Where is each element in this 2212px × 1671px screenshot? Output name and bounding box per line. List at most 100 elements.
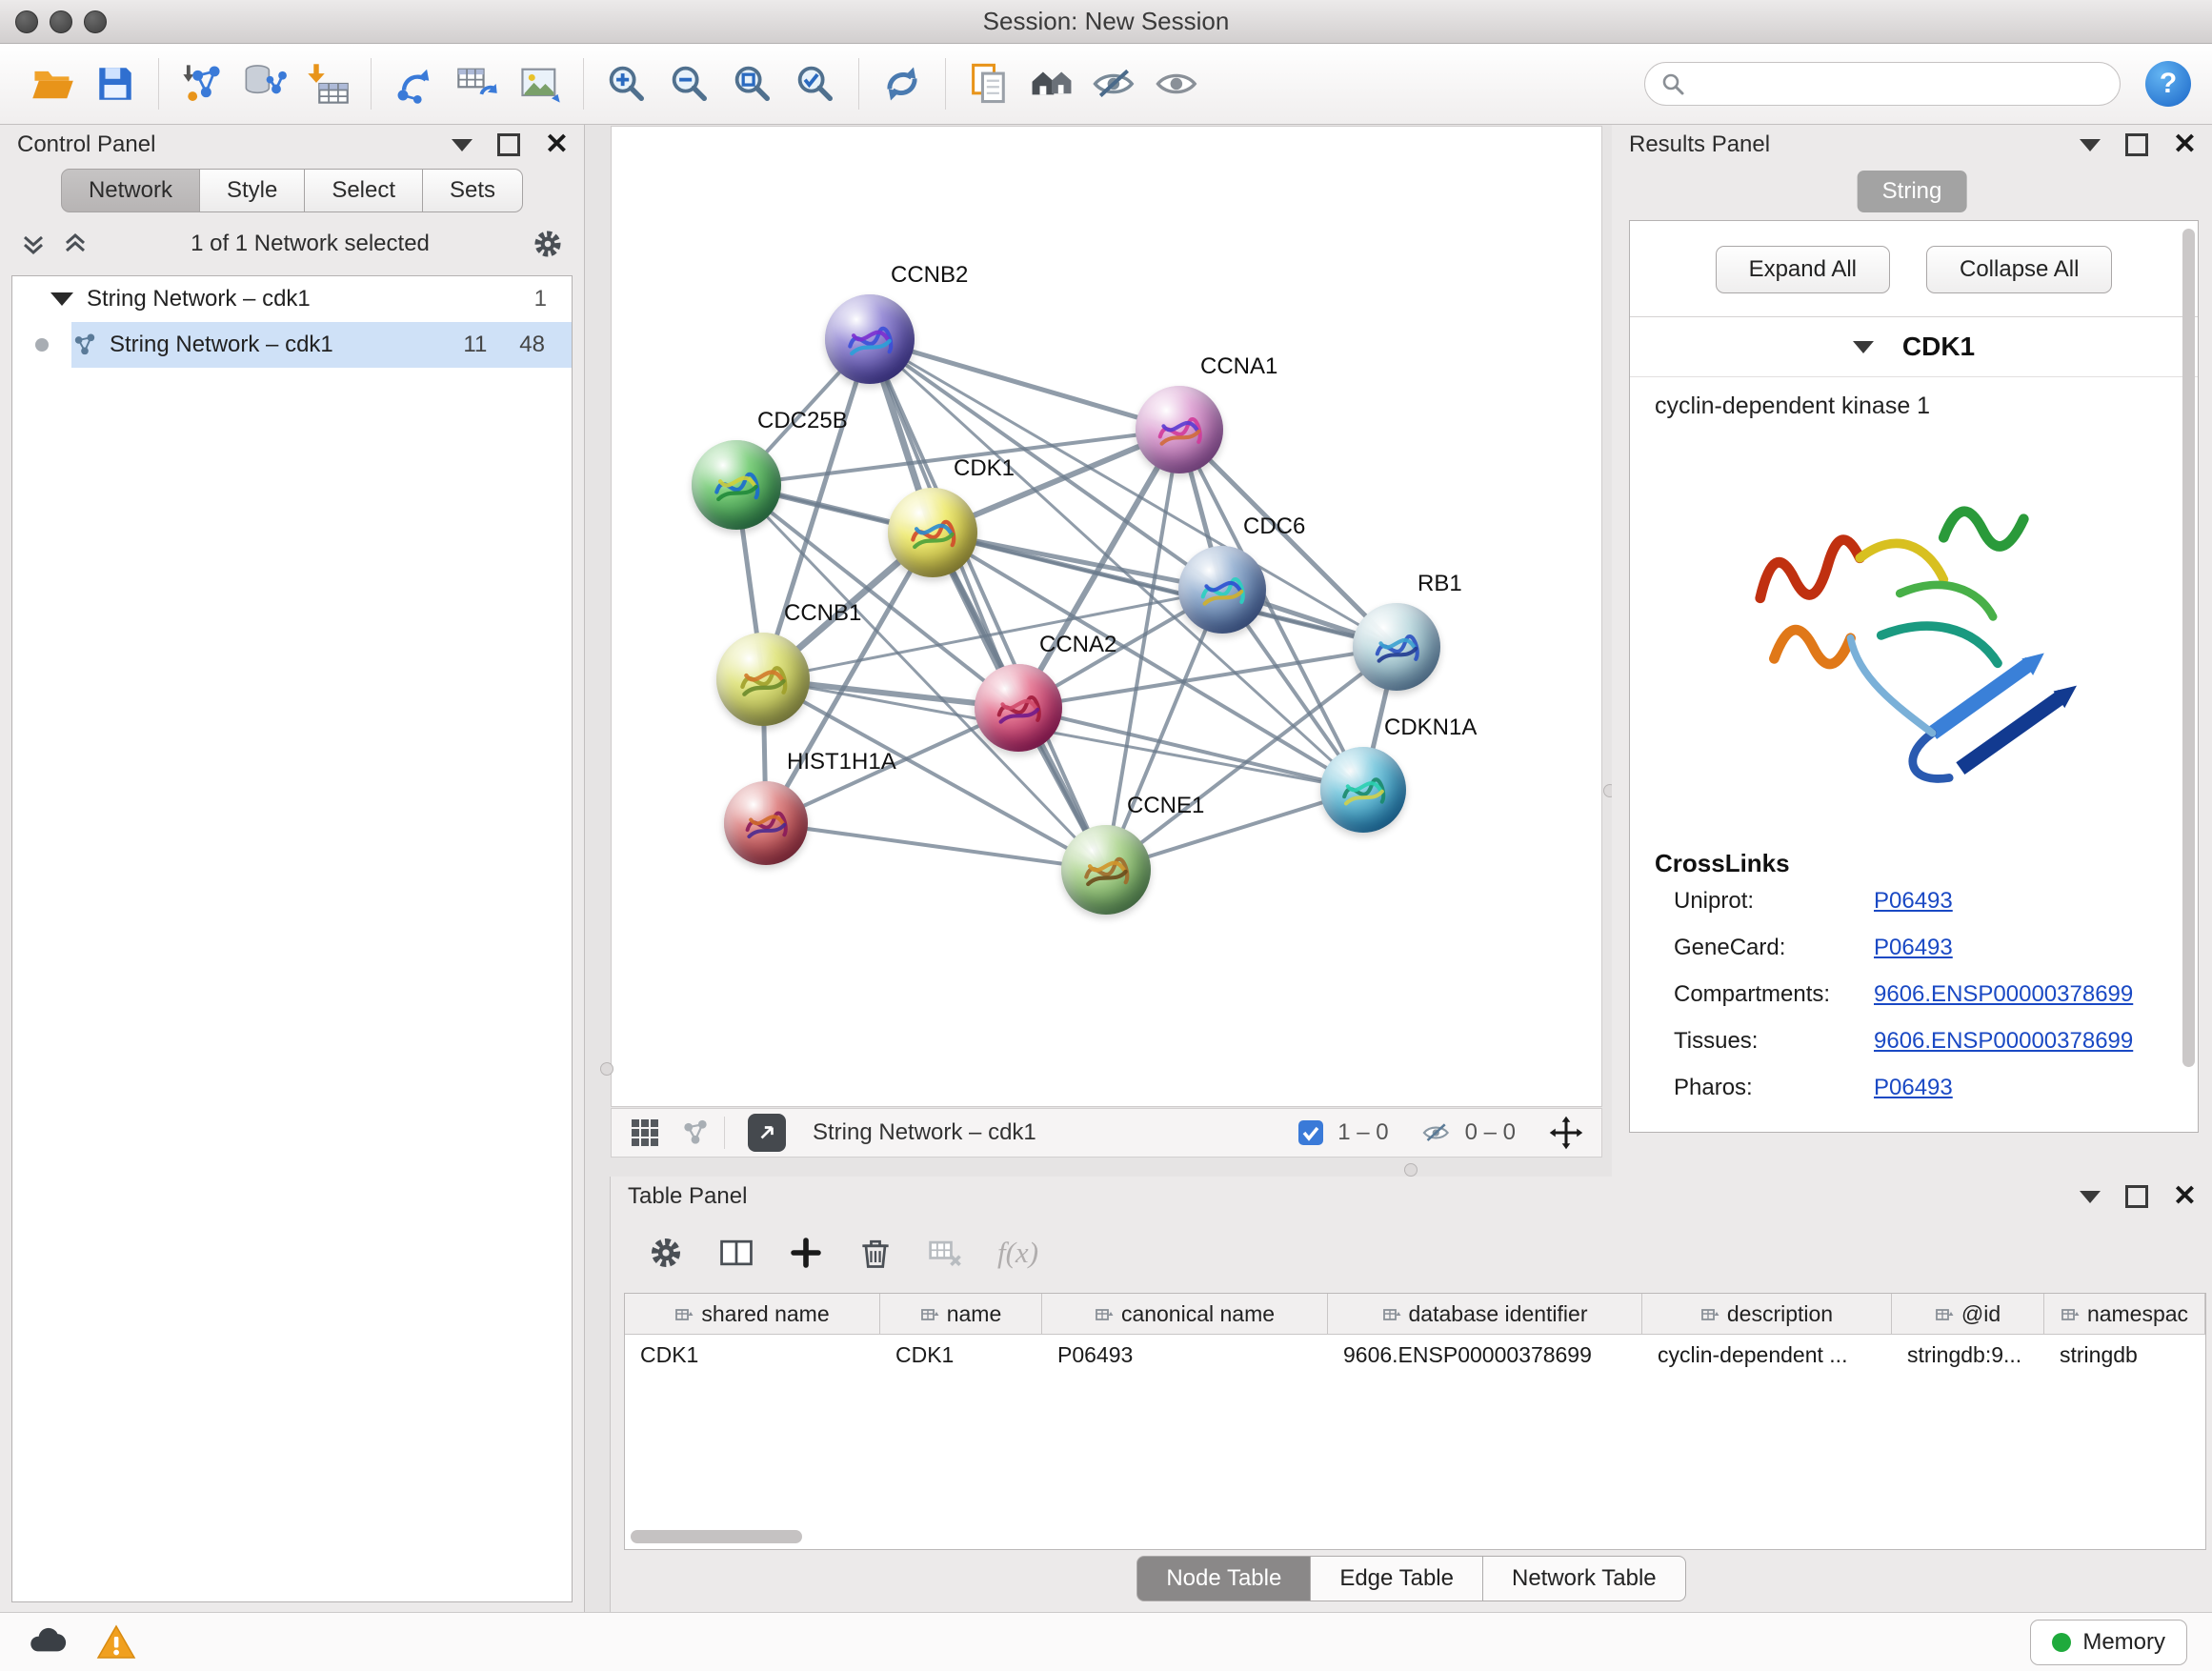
import-network-file-button[interactable] [171,52,233,115]
zoom-out-button[interactable] [658,52,721,115]
network-row[interactable]: String Network – cdk1 11 48 [12,322,572,368]
show-columns-icon[interactable] [717,1234,755,1272]
table-settings-gear-icon[interactable] [647,1234,685,1272]
tab-select[interactable]: Select [305,169,423,212]
delete-column-trash-icon[interactable] [856,1234,895,1272]
column-header[interactable]: @id [1892,1294,2044,1334]
protein-section-header[interactable]: CDK1 [1630,317,2198,377]
pan-crosshair-icon[interactable] [1548,1115,1584,1151]
tab-network-table[interactable]: Network Table [1483,1556,1686,1601]
gear-icon[interactable] [531,227,565,261]
toolbar-separator [858,58,859,110]
hidden-counts: 0 – 0 [1465,1119,1516,1146]
crosslink-link[interactable]: P06493 [1874,935,1953,961]
column-header[interactable]: database identifier [1328,1294,1642,1334]
grid-view-icon[interactable] [629,1117,661,1149]
search-input[interactable] [1695,70,2104,98]
new-network-from-selection-button[interactable] [383,52,446,115]
node-label-CDC6: CDC6 [1243,513,1305,540]
hide-selected-button[interactable] [1083,52,1146,115]
panel-menu-icon[interactable] [452,139,473,151]
copy-annotation-button[interactable] [957,52,1020,115]
eye-slash-icon [1091,60,1138,108]
crosslink-label: Compartments: [1674,981,1874,1008]
table-row[interactable]: CDK1 CDK1 P06493 9606.ENSP00000378699 cy… [625,1335,2205,1375]
apply-layout-button[interactable] [871,52,934,115]
column-header[interactable]: shared name [625,1294,880,1334]
network-tree: String Network – cdk1 1 String Network –… [11,275,573,1602]
export-network-table-button[interactable] [446,52,509,115]
table-horizontal-scrollbar[interactable] [631,1530,802,1543]
network-collection-row[interactable]: String Network – cdk1 1 [12,276,572,322]
float-panel-icon[interactable] [2125,133,2148,156]
export-image-button[interactable] [509,52,572,115]
crosslink-link[interactable]: 9606.ENSP00000378699 [1874,1028,2133,1055]
expand-all-button[interactable]: Expand All [1716,246,1890,293]
results-scrollbar[interactable] [2182,229,2195,1067]
crosslink-link[interactable]: 9606.ENSP00000378699 [1874,981,2133,1008]
network-node-CDKN1A[interactable] [1320,747,1406,833]
tab-string[interactable]: String [1858,171,1967,212]
network-node-CCNB1[interactable] [716,633,810,726]
crosslink-link[interactable]: P06493 [1874,888,1953,915]
cloud-icon[interactable] [25,1621,69,1664]
add-column-icon[interactable] [788,1235,824,1271]
network-node-CDC6[interactable] [1178,546,1266,634]
close-panel-icon[interactable]: ✕ [545,136,569,153]
table-panel-title: Table Panel [628,1183,747,1210]
show-all-button[interactable] [1146,52,1209,115]
crosslink-link[interactable]: P06493 [1874,1075,1953,1101]
collapse-all-button[interactable]: Collapse All [1926,246,2112,293]
collapse-all-icon[interactable] [19,230,48,258]
tab-edge-table[interactable]: Edge Table [1311,1556,1483,1601]
network-node-CCNA1[interactable] [1136,386,1223,473]
column-header[interactable]: namespac [2044,1294,2205,1334]
column-header[interactable]: canonical name [1042,1294,1328,1334]
network-node-CDK1[interactable] [888,488,977,577]
network-node-RB1[interactable] [1353,603,1440,691]
close-panel-icon[interactable]: ✕ [2173,1188,2197,1205]
tab-node-table[interactable]: Node Table [1136,1556,1311,1601]
network-node-CCNE1[interactable] [1061,825,1151,915]
save-session-button[interactable] [84,52,147,115]
zoom-in-button[interactable] [595,52,658,115]
crosslink-row: Uniprot: P06493 [1674,888,2198,915]
expand-all-icon[interactable] [61,230,90,258]
network-edge[interactable] [870,339,1179,430]
share-view-icon[interactable] [680,1117,711,1148]
network-node-HIST1H1A[interactable] [724,781,808,865]
disclosure-triangle-icon[interactable] [50,292,73,306]
column-header[interactable]: description [1642,1294,1892,1334]
show-panels-button[interactable] [1020,52,1083,115]
network-edge[interactable] [870,339,1106,870]
warning-icon[interactable] [95,1621,137,1663]
birds-eye-view-button[interactable] [748,1114,786,1152]
import-network-database-button[interactable] [233,52,296,115]
tab-sets[interactable]: Sets [423,169,523,212]
network-edge[interactable] [766,823,1106,870]
search-box[interactable] [1644,62,2121,106]
network-selection-row: 1 of 1 Network selected [0,220,584,268]
memory-button[interactable]: Memory [2030,1620,2187,1665]
zoom-fit-button[interactable] [721,52,784,115]
splitter-handle[interactable] [1404,1163,1418,1177]
network-node-CCNB2[interactable] [825,294,915,384]
column-header[interactable]: name [880,1294,1042,1334]
panel-menu-icon[interactable] [2080,139,2101,151]
close-panel-icon[interactable]: ✕ [2173,136,2197,153]
network-edge[interactable] [1018,708,1363,790]
network-node-CCNA2[interactable] [975,664,1062,752]
zoom-selected-button[interactable] [784,52,847,115]
network-node-CDC25B[interactable] [692,440,781,530]
splitter-handle[interactable] [600,1062,613,1076]
tab-network[interactable]: Network [61,169,200,212]
float-panel-icon[interactable] [497,133,520,156]
tab-style[interactable]: Style [200,169,305,212]
panel-menu-icon[interactable] [2080,1191,2101,1203]
help-button[interactable]: ? [2145,61,2191,107]
import-table-button[interactable] [296,52,359,115]
open-session-button[interactable] [21,52,84,115]
section-collapse-icon[interactable] [1853,341,1874,353]
network-canvas[interactable]: CCNB2CCNA1CDC25BCDK1CDC6RB1CCNB1CCNA2CDK… [611,126,1602,1107]
float-panel-icon[interactable] [2125,1185,2148,1208]
